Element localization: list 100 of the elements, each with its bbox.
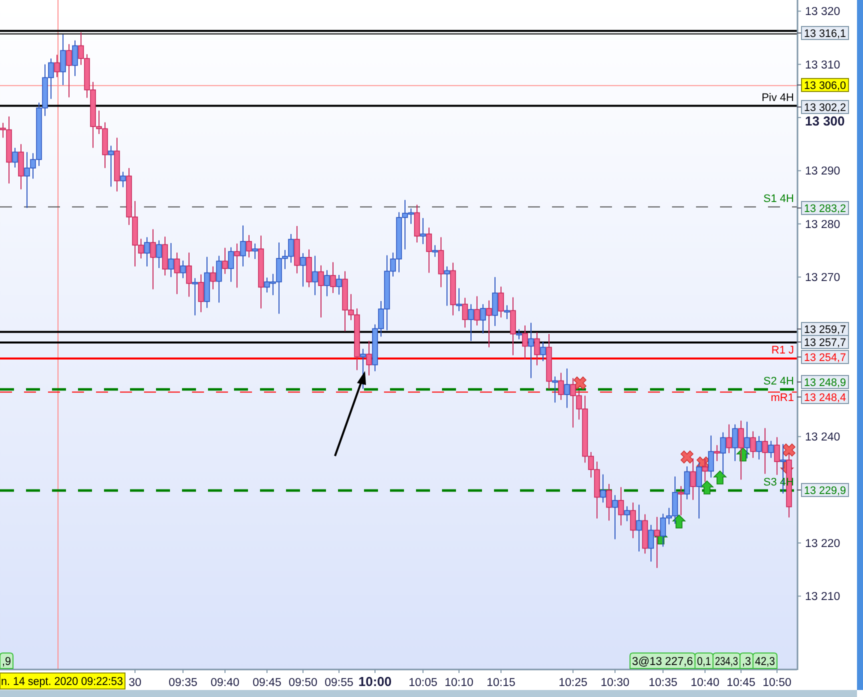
candlestick <box>246 234 252 258</box>
price-label: 13 300 <box>805 114 845 129</box>
candlestick <box>738 420 744 480</box>
candlestick <box>330 262 336 294</box>
candlestick <box>678 486 684 516</box>
time-label: 09:45 <box>252 677 282 689</box>
candlestick <box>420 218 426 245</box>
candlestick <box>504 304 510 320</box>
candlestick <box>636 504 642 552</box>
time-label: 30 <box>128 677 142 689</box>
candlestick <box>180 260 186 279</box>
time-label: 10:25 <box>558 677 588 689</box>
candlestick <box>198 274 204 313</box>
candlestick <box>54 54 60 78</box>
time-label: 10:45 <box>726 677 756 689</box>
candlestick <box>12 147 18 168</box>
candlestick <box>534 332 540 366</box>
candlestick <box>168 242 174 278</box>
price-tag: 13 254,7 <box>801 350 849 364</box>
price-label: 13 220 <box>805 538 840 550</box>
candlestick <box>654 516 660 568</box>
price-tag: 13 257,7 <box>801 335 849 349</box>
candlestick <box>120 171 126 188</box>
candlestick <box>606 483 612 522</box>
price-label: 13 290 <box>805 166 840 178</box>
time-label: 10:10 <box>444 677 474 689</box>
candlestick <box>414 204 420 243</box>
level-caption: R1 J <box>771 344 794 356</box>
price-label: 13 210 <box>805 591 840 604</box>
candlestick <box>318 264 324 318</box>
candlestick <box>630 502 636 539</box>
level-caption: S3 4H <box>763 476 794 488</box>
price-tag: 13 248,4 <box>801 390 849 404</box>
candlestick <box>618 486 624 526</box>
candlestick <box>768 440 774 458</box>
candlestick <box>108 145 114 188</box>
level-caption: S1 4H <box>763 192 794 205</box>
candlestick <box>216 255 222 304</box>
candlestick <box>492 276 498 326</box>
level-caption: Piv 4H <box>762 92 794 104</box>
candlestick <box>528 322 534 379</box>
price-tag: 13 283,2 <box>801 201 849 215</box>
candlestick <box>612 494 618 540</box>
candlestick <box>714 444 720 462</box>
candlestick <box>540 341 546 362</box>
level-caption: mR1 <box>770 392 794 404</box>
candlestick <box>432 244 438 258</box>
candlestick <box>516 328 522 340</box>
candlestick <box>18 144 24 190</box>
time-label: 09:35 <box>168 677 198 689</box>
price-tag: 13 302,2 <box>801 100 849 114</box>
candlestick <box>480 304 486 334</box>
candlestick <box>312 255 318 296</box>
candlestick <box>474 296 480 326</box>
candlestick <box>438 236 444 288</box>
candlestick <box>240 224 246 267</box>
candlestick <box>600 474 606 504</box>
candlestick <box>648 524 654 562</box>
price-tag: 13 248,9 <box>801 375 849 389</box>
trade-tag: ,9 <box>0 652 14 669</box>
candlestick <box>744 421 750 459</box>
candlestick <box>210 266 216 290</box>
trade-tag: 0,1 <box>694 652 714 669</box>
candlestick <box>486 300 492 348</box>
candlestick <box>732 424 738 462</box>
price-label: 13 240 <box>805 432 840 444</box>
price-tag: 13 316,1 <box>801 26 849 40</box>
candlestick <box>174 252 180 295</box>
price-label: 13 270 <box>805 272 840 284</box>
time-label: 09:50 <box>288 677 318 689</box>
candlestick <box>366 340 372 376</box>
candlestick <box>702 458 708 482</box>
candlestick <box>774 436 780 476</box>
time-label: 10:05 <box>408 677 438 689</box>
candlestick <box>510 296 516 356</box>
time-label: 10:30 <box>600 677 630 689</box>
candlestick <box>564 368 570 408</box>
candlestick <box>66 44 72 98</box>
candlestick <box>690 458 696 500</box>
candlestick <box>426 227 432 274</box>
candlestick <box>336 274 342 296</box>
candlestick <box>192 278 198 316</box>
price-tag: 13 259,7 <box>801 322 849 336</box>
candlestick <box>150 228 156 290</box>
candlestick <box>144 236 150 267</box>
candlestick <box>228 246 234 282</box>
candlestick <box>468 304 474 342</box>
level-caption: S2 4H <box>763 375 794 388</box>
trade-tag: ,3 <box>740 652 754 669</box>
price-tag: 13 229,9 <box>801 483 849 497</box>
candlestick <box>462 297 468 328</box>
candlestick <box>558 372 564 400</box>
trade-tag: 3@13 227,6 <box>630 652 696 669</box>
candlestick <box>456 288 462 312</box>
trade-tag: 42,3 <box>752 652 778 669</box>
candlestick <box>750 430 756 458</box>
candlestick <box>186 252 192 298</box>
price-tag: 13 306,0 <box>801 78 849 92</box>
candlestick <box>252 243 258 260</box>
time-label: 09:40 <box>210 677 240 689</box>
